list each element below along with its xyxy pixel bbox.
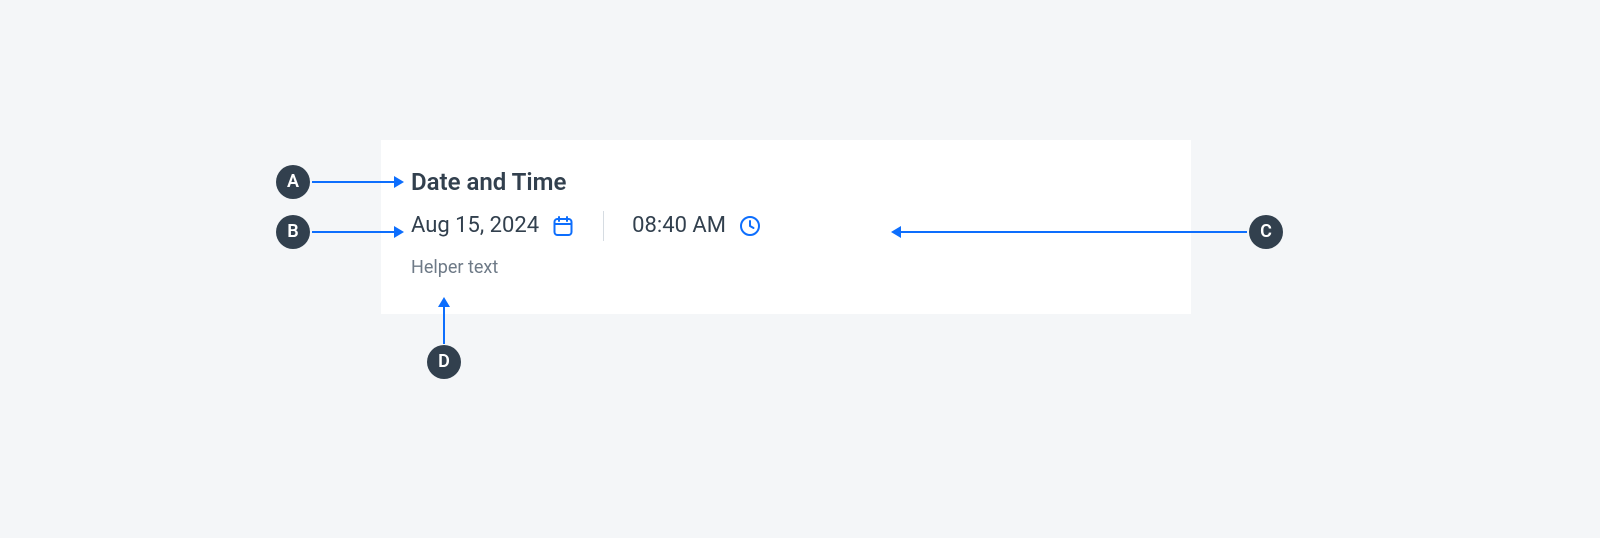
field-divider [603,211,604,241]
annotation-marker-a: A [276,165,310,199]
calendar-icon[interactable] [551,214,575,238]
clock-icon[interactable] [738,214,762,238]
annotation-arrowhead-b [394,226,404,238]
annotation-marker-b: B [276,215,310,249]
annotation-arrowhead-d [438,297,450,307]
helper-text: Helper text [411,257,1161,278]
datetime-component-card: Date and Time Aug 15, 2024 08:40 AM [381,140,1191,314]
annotation-arrow-b [312,231,394,233]
annotation-arrow-c [901,231,1247,233]
time-value: 08:40 AM [632,215,726,237]
date-value: Aug 15, 2024 [411,215,539,237]
annotation-arrowhead-c [891,226,901,238]
annotation-marker-b-label: B [287,223,298,241]
annotation-arrow-d [443,307,445,344]
time-field[interactable]: 08:40 AM [632,214,762,238]
component-title: Date and Time [411,168,1161,197]
fields-row: Aug 15, 2024 08:40 AM [411,211,1161,241]
annotation-marker-c: C [1249,215,1283,249]
annotation-arrow-a [312,181,394,183]
annotation-marker-a-label: A [287,173,299,191]
annotation-marker-c-label: C [1260,223,1272,241]
annotation-arrowhead-a [394,176,404,188]
annotation-marker-d: D [427,345,461,379]
date-field[interactable]: Aug 15, 2024 [411,214,575,238]
annotation-marker-d-label: D [438,353,450,371]
